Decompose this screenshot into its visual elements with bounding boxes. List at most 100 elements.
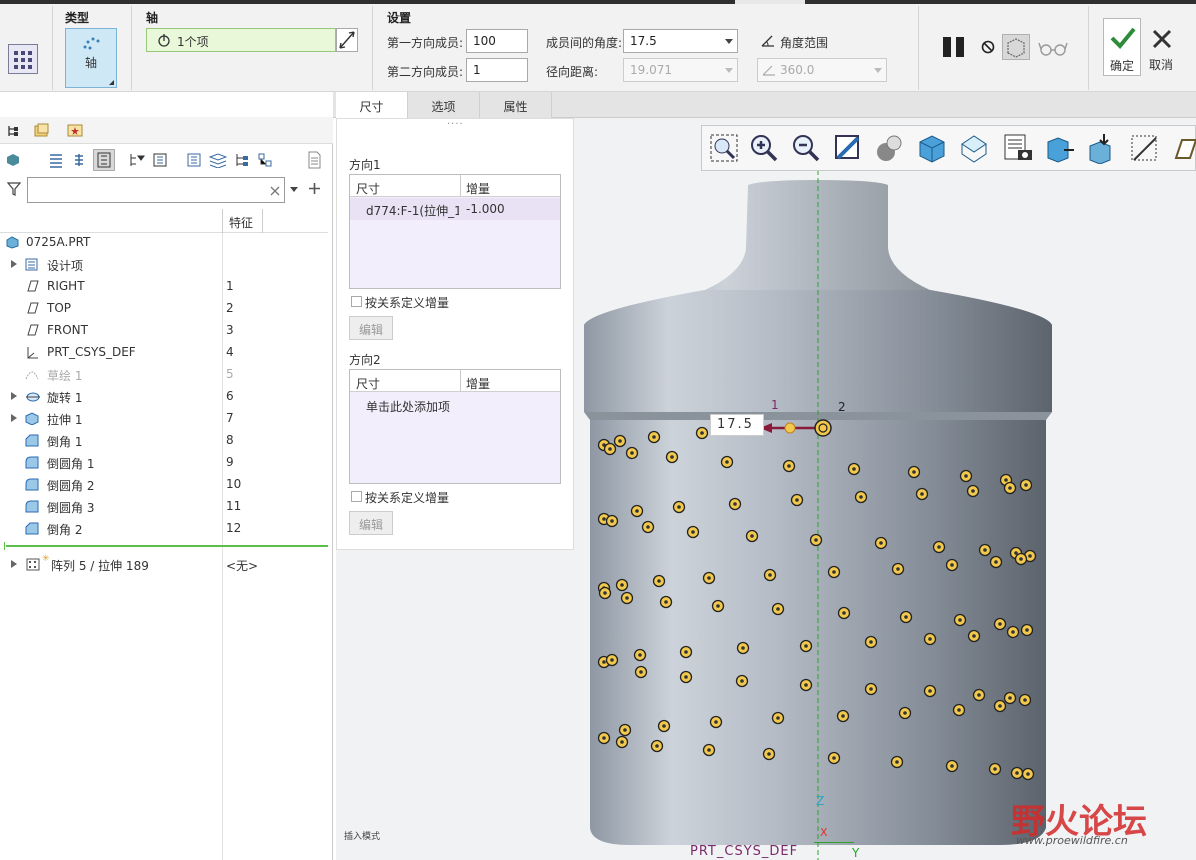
tree-settings-icon[interactable] (152, 152, 168, 168)
angle-dimension-callout[interactable]: 17.5 (710, 414, 764, 436)
filter-dropdown-icon[interactable] (290, 187, 298, 192)
structure-icon[interactable] (257, 152, 273, 168)
verify-glasses-icon[interactable] (1038, 40, 1068, 56)
tree-item-number: 9 (226, 455, 234, 469)
tree-item-label: 倒圆角 2 (47, 479, 95, 493)
tree-search-input[interactable] (27, 177, 285, 203)
funnel-filter-icon[interactable] (7, 182, 21, 196)
layer-tree-icon[interactable] (186, 152, 202, 168)
angle-range-input[interactable]: 360.0 (757, 58, 887, 82)
direction2-table[interactable]: 尺寸 增量 单击此处添加项 (349, 369, 561, 484)
tree-item[interactable]: TOP 2 (0, 297, 330, 319)
dir2-add-item-hint[interactable]: 单击此处添加项 (366, 398, 450, 415)
view-manager-icon[interactable] (958, 132, 990, 164)
pattern-member-hole-center (602, 660, 606, 664)
tree-item[interactable]: RIGHT 1 (0, 275, 330, 297)
model-tree-panel: 特征 0725A.PRT 设计项 RIGHT 1 TOP 2 FRONT 3 PRT_CSYS… (0, 117, 333, 860)
pattern-member-hole-center (655, 744, 659, 748)
tree-item[interactable]: 旋转 1 6 (0, 385, 330, 407)
section-view-icon[interactable] (1044, 132, 1076, 164)
table-row[interactable]: d774:F-1(拉伸_1( -1.000 (350, 198, 560, 220)
add-filter-icon[interactable] (308, 182, 321, 195)
tree-view-toggle[interactable] (93, 149, 115, 171)
tab-properties[interactable]: 属性 (480, 92, 552, 118)
tree-columns-icon[interactable] (48, 152, 64, 168)
tab-options[interactable]: 选项 (408, 92, 480, 118)
display-style-icon[interactable] (6, 153, 20, 166)
angle-range-input-icon (762, 65, 775, 76)
dir2-relation-checkbox[interactable] (351, 491, 362, 502)
pattern-member-hole-center (768, 573, 772, 577)
collapse-tree-icon[interactable] (72, 152, 86, 168)
datum-plane-toggle-icon[interactable] (1170, 132, 1196, 164)
folder-browser-tab-icon[interactable] (34, 123, 50, 138)
tree-item[interactable]: FRONT 3 (0, 319, 330, 341)
tab-dimensions[interactable]: 尺寸 (336, 92, 408, 118)
panel-resize-grip[interactable]: ···· (447, 119, 464, 130)
zoom-out-icon[interactable] (790, 132, 822, 164)
perspective-camera-icon[interactable] (1002, 132, 1034, 164)
tree-item[interactable]: 倒圆角 2 10 (0, 473, 330, 495)
expand-arrow-icon[interactable] (11, 392, 17, 400)
repaint-icon[interactable] (832, 132, 864, 164)
insert-pattern-icon[interactable] (1086, 132, 1118, 164)
document-icon[interactable] (306, 151, 322, 169)
tree-item[interactable]: 倒圆角 3 11 (0, 495, 330, 517)
expand-arrow-icon[interactable] (11, 414, 17, 422)
angle-between-input[interactable]: 17.5 (623, 29, 738, 53)
show-hierarchy-icon[interactable] (234, 152, 250, 168)
refit-icon[interactable] (708, 132, 740, 164)
layers-icon[interactable] (209, 152, 227, 168)
type-axis-button[interactable]: 轴 (65, 28, 117, 88)
tree-item[interactable]: 倒角 2 12 (0, 517, 330, 539)
angle-range-icon[interactable] (760, 34, 776, 48)
radial-distance-input[interactable]: 19.071 (623, 58, 738, 82)
tree-item[interactable]: 设计项 (0, 253, 330, 275)
pause-button[interactable] (943, 37, 965, 59)
tree-item-label: 拉伸 1 (47, 413, 83, 427)
dir2-members-input[interactable]: 1 (466, 58, 528, 82)
geometry-preview-toggle[interactable] (1002, 34, 1030, 60)
clear-search-icon[interactable] (270, 186, 280, 196)
tree-item[interactable]: 草绘 1 5 (0, 363, 330, 385)
ok-button[interactable]: 确定 (1103, 18, 1141, 76)
no-preview-icon[interactable] (981, 40, 995, 54)
cancel-button[interactable]: 取消 (1145, 18, 1179, 76)
pattern-feature-icon[interactable] (8, 44, 38, 74)
plane-display-icon[interactable] (1128, 132, 1160, 164)
feature-column-header[interactable]: 特征 (229, 214, 253, 231)
pattern-member-handle[interactable] (784, 422, 796, 434)
tree-filter-icon[interactable] (129, 152, 145, 168)
favorites-tab-icon[interactable] (67, 123, 83, 138)
dir1-relation-checkbox[interactable] (351, 296, 362, 307)
saved-orientations-icon[interactable] (916, 132, 948, 164)
dir2-col-increment: 增量 (466, 377, 491, 391)
tree-item[interactable]: PRT_CSYS_DEF 4 (0, 341, 330, 363)
tree-item-label: 倒角 2 (47, 523, 83, 537)
pattern-origin-handle[interactable] (814, 419, 832, 437)
zoom-in-icon[interactable] (748, 132, 780, 164)
display-style-shaded-icon[interactable] (874, 132, 906, 164)
expand-arrow-icon[interactable] (11, 560, 17, 568)
expand-arrow-icon[interactable] (11, 260, 17, 268)
tree-root[interactable]: 0725A.PRT (0, 231, 330, 253)
insert-here-line[interactable] (6, 545, 328, 547)
direction1-table[interactable]: 尺寸 增量 d774:F-1(拉伸_1( -1.000 (349, 174, 561, 289)
tree-item[interactable]: 倒圆角 1 9 (0, 451, 330, 473)
tree-item[interactable]: 倒角 1 8 (0, 429, 330, 451)
csys-axis-x: X (820, 826, 828, 839)
flip-direction-button[interactable] (336, 28, 358, 52)
tree-item-number: 11 (226, 499, 242, 513)
tree-toolbar (0, 146, 333, 172)
dir1-members-input[interactable]: 100 (466, 29, 528, 53)
pattern-member-hole-center (1004, 478, 1008, 482)
dir1-row-increment[interactable]: -1.000 (466, 202, 505, 216)
dir1-edit-button[interactable]: 编辑 (349, 316, 393, 340)
model-tree-tab-icon[interactable] (6, 124, 20, 138)
pattern-member-hole-center (657, 579, 661, 583)
dir2-edit-button[interactable]: 编辑 (349, 511, 393, 535)
tree-item-number: 7 (226, 411, 234, 425)
tree-item[interactable]: 拉伸 1 7 (0, 407, 330, 429)
tree-item-pattern[interactable]: ✳ 阵列 5 / 拉伸 189 <无> (0, 553, 330, 575)
axis-collector[interactable]: 1个项 (146, 28, 336, 52)
